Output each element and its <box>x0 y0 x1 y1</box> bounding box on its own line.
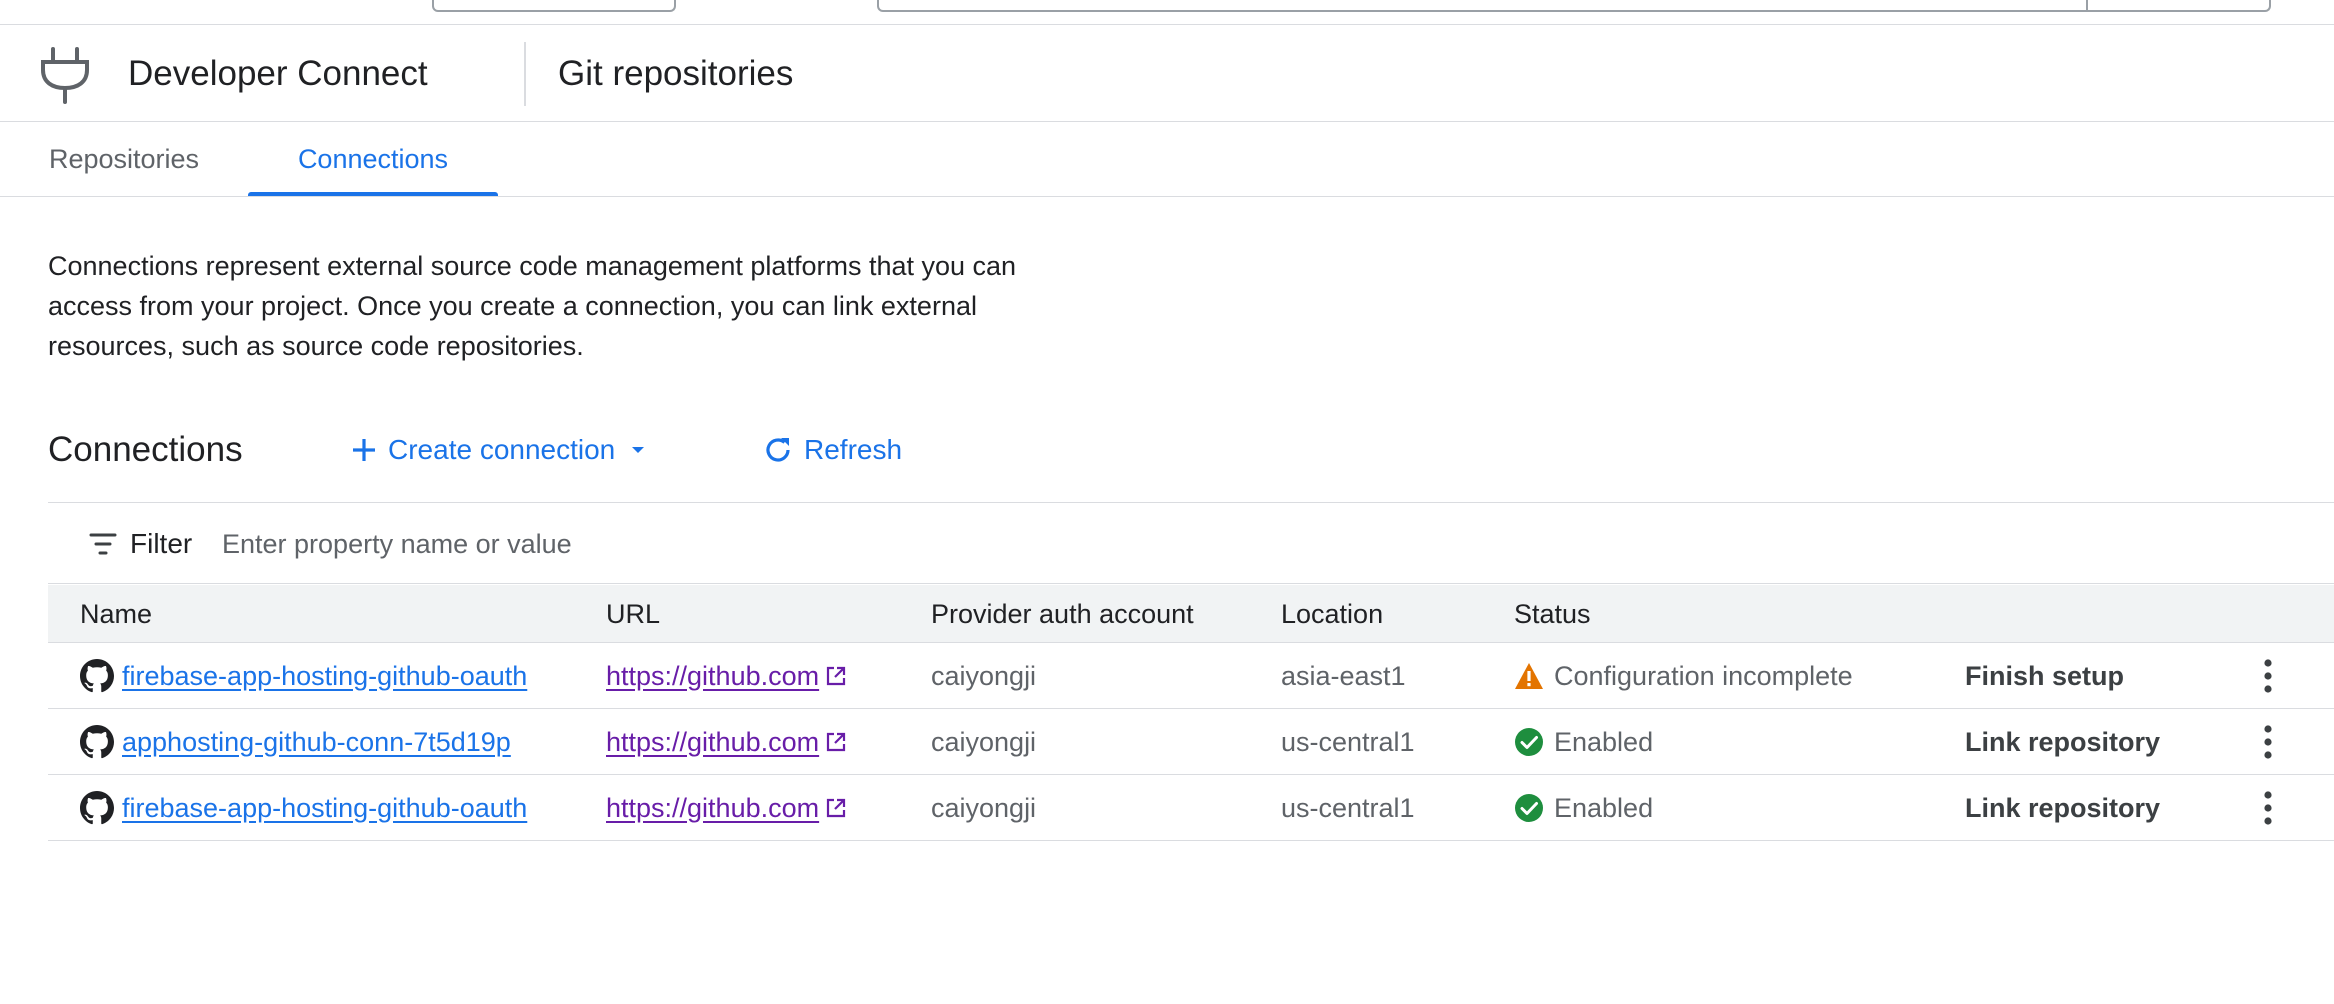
github-icon <box>80 725 114 759</box>
github-icon <box>80 791 114 825</box>
more-vert-icon <box>2264 659 2272 693</box>
status-text: Enabled <box>1554 726 1654 757</box>
filter-label: Filter <box>130 528 193 559</box>
name-cell: firebase-app-hosting-github-oauth <box>80 643 527 709</box>
column-header-provider-account[interactable]: Provider auth account <box>931 585 1194 643</box>
dropdown-arrow-icon <box>632 447 645 453</box>
column-header-status[interactable]: Status <box>1514 585 1591 643</box>
tab-connections[interactable]: Connections <box>248 123 498 196</box>
plug-icon <box>41 47 89 104</box>
product-name: Developer Connect <box>128 54 428 93</box>
external-link-icon <box>827 666 846 686</box>
url-cell: https://github.com <box>606 643 847 709</box>
warning-icon <box>1515 663 1543 689</box>
project-selector[interactable] <box>432 0 676 12</box>
check-circle-icon <box>1515 794 1543 822</box>
location-cell: us-central1 <box>1281 792 1415 823</box>
section-title: Connections <box>48 430 243 469</box>
column-header-name[interactable]: Name <box>80 585 152 643</box>
provider-account-cell: caiyongji <box>931 726 1037 757</box>
refresh-button[interactable]: Refresh <box>762 424 902 476</box>
page-title: Git repositories <box>558 54 794 93</box>
header-divider <box>524 42 526 106</box>
status-cell: Configuration incomplete <box>1514 643 1853 709</box>
table-header: Name URL Provider auth account Location … <box>48 585 2334 643</box>
check-circle-icon <box>1515 728 1543 756</box>
external-link-icon <box>827 732 846 752</box>
connection-name-link[interactable]: firebase-app-hosting-github-oauth <box>122 793 527 824</box>
plus-icon <box>353 439 375 461</box>
table-row: apphosting-github-conn-7t5d19p https://g… <box>48 709 2334 775</box>
more-actions-button[interactable] <box>2260 709 2276 775</box>
create-connection-button[interactable]: Create connection <box>350 424 655 476</box>
link-repository-button[interactable]: Link repository <box>1965 709 2160 775</box>
link-repository-button[interactable]: Link repository <box>1965 775 2160 841</box>
status-text: Enabled <box>1554 792 1654 823</box>
more-vert-icon <box>2264 725 2272 759</box>
search-divider <box>2086 0 2088 10</box>
name-cell: apphosting-github-conn-7t5d19p <box>80 709 511 775</box>
more-actions-button[interactable] <box>2260 643 2276 709</box>
connection-name-link[interactable]: firebase-app-hosting-github-oauth <box>122 661 527 692</box>
url-cell: https://github.com <box>606 709 847 775</box>
url-link[interactable]: https://github.com <box>606 793 819 824</box>
page-header: Developer Connect Git repositories <box>0 26 2334 122</box>
table-row: firebase-app-hosting-github-oauth https:… <box>48 775 2334 841</box>
create-connection-label: Create connection <box>388 434 616 465</box>
table-row: firebase-app-hosting-github-oauth https:… <box>48 643 2334 709</box>
status-text: Configuration incomplete <box>1554 660 1853 691</box>
status-cell: Enabled <box>1514 775 1653 841</box>
provider-account-cell: caiyongji <box>931 660 1037 691</box>
github-icon <box>80 659 114 693</box>
tab-repositories[interactable]: Repositories <box>0 123 248 196</box>
location-cell: asia-east1 <box>1281 660 1406 691</box>
refresh-label: Refresh <box>804 434 903 465</box>
provider-account-cell: caiyongji <box>931 792 1037 823</box>
status-cell: Enabled <box>1514 709 1653 775</box>
global-search-box[interactable] <box>877 0 2271 12</box>
refresh-icon <box>766 438 790 462</box>
url-link[interactable]: https://github.com <box>606 661 819 692</box>
url-cell: https://github.com <box>606 775 847 841</box>
tab-bar: Repositories Connections <box>0 123 2334 197</box>
top-bar <box>0 0 2334 25</box>
filter-input[interactable] <box>220 521 1420 567</box>
filter-bar: Filter <box>48 502 2334 584</box>
filter-icon <box>89 533 117 555</box>
finish-setup-button[interactable]: Finish setup <box>1965 643 2124 709</box>
more-actions-button[interactable] <box>2260 775 2276 841</box>
connection-name-link[interactable]: apphosting-github-conn-7t5d19p <box>122 727 511 758</box>
column-header-location[interactable]: Location <box>1281 585 1383 643</box>
page-description: Connections represent external source co… <box>48 251 1017 361</box>
external-link-icon <box>827 798 846 818</box>
url-link[interactable]: https://github.com <box>606 727 819 758</box>
column-header-url[interactable]: URL <box>606 585 660 643</box>
more-vert-icon <box>2264 791 2272 825</box>
location-cell: us-central1 <box>1281 726 1415 757</box>
name-cell: firebase-app-hosting-github-oauth <box>80 775 527 841</box>
